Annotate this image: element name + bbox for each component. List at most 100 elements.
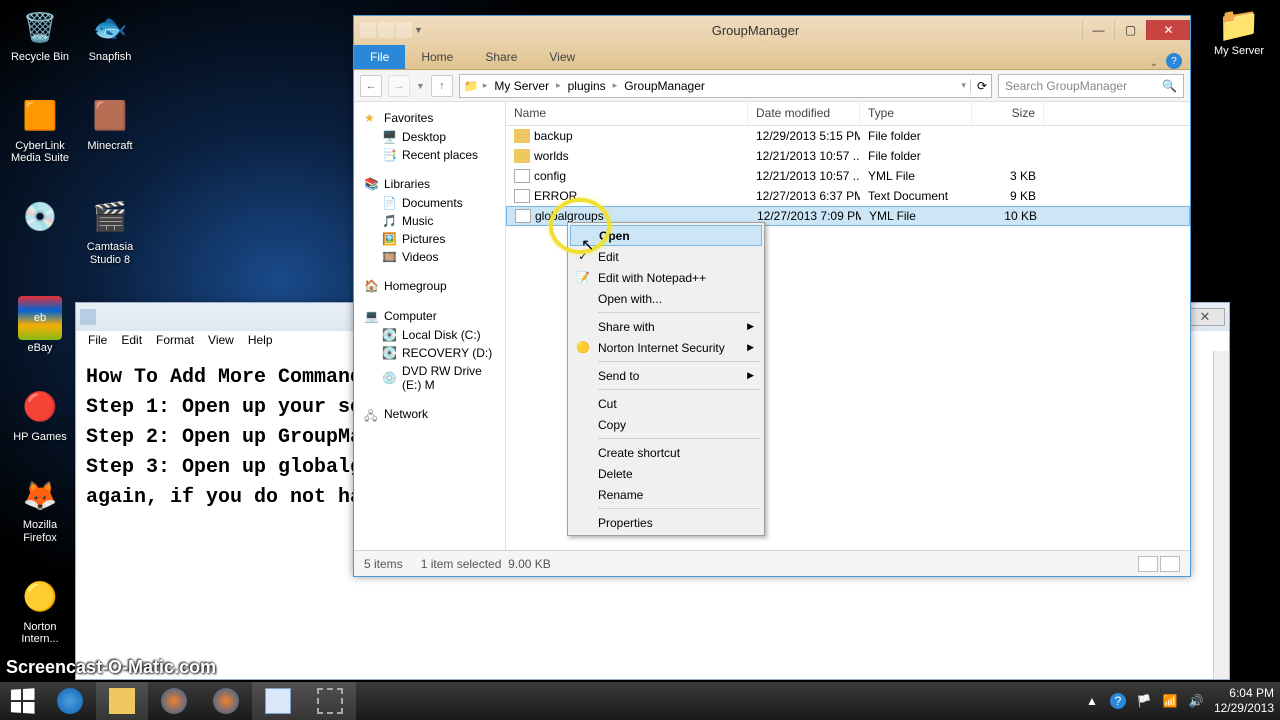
search-input[interactable]: Search GroupManager 🔍 <box>998 74 1184 98</box>
tab-file[interactable]: File <box>354 45 405 69</box>
nav-favorites[interactable]: ★Favorites <box>354 108 505 128</box>
col-name[interactable]: Name <box>506 102 748 125</box>
tab-share[interactable]: Share <box>469 45 533 69</box>
desktop-icon-hp-games[interactable]: 🔴HP Games <box>5 385 75 444</box>
list-item[interactable]: backup12/29/2013 5:15 PMFile folder <box>506 126 1190 146</box>
breadcrumb-item[interactable]: GroupManager <box>621 79 708 93</box>
scrollbar-vertical[interactable] <box>1213 351 1229 679</box>
forward-button[interactable]: → <box>388 75 410 97</box>
status-selected: 1 item selected 9.00 KB <box>421 557 551 571</box>
tab-home[interactable]: Home <box>405 45 469 69</box>
taskbar-recorder[interactable] <box>304 682 356 720</box>
list-item[interactable]: worlds12/21/2013 10:57 ...File folder <box>506 146 1190 166</box>
tray-network-icon[interactable]: 📶 <box>1162 693 1178 709</box>
menu-file[interactable]: File <box>82 333 113 349</box>
nav-desktop[interactable]: 🖥️Desktop <box>354 128 505 146</box>
breadcrumb-item[interactable]: plugins <box>565 79 609 93</box>
chevron-down-icon[interactable]: ⌄ <box>1150 58 1158 69</box>
desktop-icon-my-server[interactable]: 📁 My Server <box>1204 5 1274 57</box>
qat-icon[interactable] <box>360 22 376 38</box>
context-menu-item[interactable]: Delete <box>570 463 762 484</box>
col-date[interactable]: Date modified <box>748 102 860 125</box>
qat-icon[interactable] <box>396 22 412 38</box>
address-bar: ← → ▼ ↑ 📁 ▸ My Server ▸ plugins ▸ GroupM… <box>354 70 1190 102</box>
taskbar-wmp[interactable] <box>148 682 200 720</box>
tray-help-icon[interactable]: ? <box>1110 693 1126 709</box>
refresh-icon[interactable]: ⟳ <box>970 79 987 93</box>
window-title: GroupManager <box>429 23 1082 38</box>
context-menu-item[interactable]: Open <box>570 225 762 246</box>
desktop-icon-disc[interactable]: 💿 <box>5 195 75 266</box>
context-menu-item[interactable]: Share with▶ <box>570 316 762 337</box>
start-button[interactable] <box>0 682 44 720</box>
context-menu-item[interactable]: Properties <box>570 512 762 533</box>
desktop-icon-cyberlink[interactable]: 🟧CyberLink Media Suite <box>5 94 75 165</box>
system-tray: ▲ ? 🏳️ 📶 🔊 6:04 PM 12/29/2013 <box>1084 686 1280 716</box>
context-menu-item[interactable]: Open with... <box>570 288 762 309</box>
nav-network[interactable]: 🖧Network <box>354 404 505 424</box>
up-button[interactable]: ↑ <box>431 75 453 97</box>
menu-format[interactable]: Format <box>150 333 200 349</box>
menu-edit[interactable]: Edit <box>115 333 148 349</box>
desktop-icon-minecraft[interactable]: 🟫Minecraft <box>75 94 145 165</box>
desktop-icon-camtasia[interactable]: 🎬Camtasia Studio 8 <box>75 195 145 266</box>
desktop-icon-ebay[interactable]: ebeBay <box>5 296 75 355</box>
nav-documents[interactable]: 📄Documents <box>354 194 505 212</box>
menu-view[interactable]: View <box>202 333 240 349</box>
taskbar-notepad[interactable] <box>252 682 304 720</box>
help-icon[interactable]: ? <box>1166 53 1182 69</box>
breadcrumb[interactable]: 📁 ▸ My Server ▸ plugins ▸ GroupManager ▾… <box>459 74 992 98</box>
context-menu: Open✓Edit📝Edit with Notepad++Open with..… <box>567 222 765 536</box>
taskbar-explorer[interactable] <box>96 682 148 720</box>
list-item[interactable]: ERROR12/27/2013 6:37 PMText Document9 KB <box>506 186 1190 206</box>
menu-help[interactable]: Help <box>242 333 279 349</box>
context-menu-item[interactable]: 🟡Norton Internet Security▶ <box>570 337 762 358</box>
breadcrumb-item[interactable]: My Server <box>491 79 552 93</box>
folder-icon: 📁 <box>464 79 479 93</box>
notepad-icon <box>80 309 96 325</box>
list-item[interactable]: config12/21/2013 10:57 ...YML File3 KB <box>506 166 1190 186</box>
desktop-icon-firefox[interactable]: 🦊Mozilla Firefox <box>5 473 75 544</box>
nav-pictures[interactable]: 🖼️Pictures <box>354 230 505 248</box>
nav-recent[interactable]: 📑Recent places <box>354 146 505 164</box>
qat-icon[interactable] <box>378 22 394 38</box>
context-menu-item[interactable]: ✓Edit <box>570 246 762 267</box>
minimize-button[interactable]: — <box>1082 20 1114 40</box>
close-button[interactable]: ✕ <box>1185 308 1225 326</box>
nav-dvd[interactable]: 💿DVD RW Drive (E:) M <box>354 362 505 394</box>
desktop-icon-norton[interactable]: 🟡Norton Intern... <box>5 575 75 646</box>
view-icons-button[interactable] <box>1160 556 1180 572</box>
explorer-window: ▼ GroupManager — ▢ ✕ File Home Share Vie… <box>353 15 1191 577</box>
tab-view[interactable]: View <box>533 45 591 69</box>
status-bar: 5 items 1 item selected 9.00 KB <box>354 550 1190 576</box>
list-header: Name Date modified Type Size <box>506 102 1190 126</box>
context-menu-item[interactable]: Send to▶ <box>570 365 762 386</box>
nav-local-disk[interactable]: 💽Local Disk (C:) <box>354 326 505 344</box>
tray-up-icon[interactable]: ▲ <box>1084 693 1100 709</box>
nav-computer[interactable]: 💻Computer <box>354 306 505 326</box>
tray-volume-icon[interactable]: 🔊 <box>1188 693 1204 709</box>
col-size[interactable]: Size <box>972 102 1044 125</box>
context-menu-item[interactable]: Rename <box>570 484 762 505</box>
close-button[interactable]: ✕ <box>1146 20 1190 40</box>
nav-videos[interactable]: 🎞️Videos <box>354 248 505 266</box>
back-button[interactable]: ← <box>360 75 382 97</box>
view-details-button[interactable] <box>1138 556 1158 572</box>
desktop-icon-snapfish[interactable]: 🐟Snapfish <box>75 5 145 64</box>
context-menu-item[interactable]: Copy <box>570 414 762 435</box>
taskbar-ie[interactable] <box>44 682 96 720</box>
taskbar-firefox[interactable] <box>200 682 252 720</box>
context-menu-item[interactable]: 📝Edit with Notepad++ <box>570 267 762 288</box>
desktop-icon-recycle-bin[interactable]: 🗑️Recycle Bin <box>5 5 75 64</box>
maximize-button[interactable]: ▢ <box>1114 20 1146 40</box>
tray-clock[interactable]: 6:04 PM 12/29/2013 <box>1214 686 1274 716</box>
nav-homegroup[interactable]: 🏠Homegroup <box>354 276 505 296</box>
nav-music[interactable]: 🎵Music <box>354 212 505 230</box>
nav-recovery[interactable]: 💽RECOVERY (D:) <box>354 344 505 362</box>
nav-libraries[interactable]: 📚Libraries <box>354 174 505 194</box>
explorer-titlebar[interactable]: ▼ GroupManager — ▢ ✕ <box>354 16 1190 44</box>
tray-action-icon[interactable]: 🏳️ <box>1136 693 1152 709</box>
col-type[interactable]: Type <box>860 102 972 125</box>
context-menu-item[interactable]: Create shortcut <box>570 442 762 463</box>
context-menu-item[interactable]: Cut <box>570 393 762 414</box>
